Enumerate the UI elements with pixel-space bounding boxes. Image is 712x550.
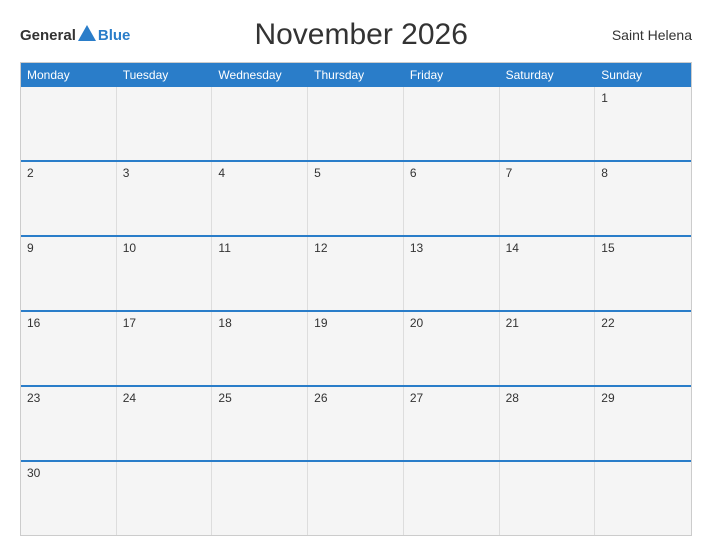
day-cell: 7	[500, 162, 596, 235]
day-cell: 29	[595, 387, 691, 460]
day-number: 12	[314, 241, 327, 255]
day-header-wednesday: Wednesday	[212, 63, 308, 87]
day-number: 8	[601, 166, 608, 180]
day-cell	[404, 462, 500, 535]
day-cell	[21, 87, 117, 160]
day-number: 14	[506, 241, 519, 255]
day-cell	[117, 462, 213, 535]
day-number: 10	[123, 241, 136, 255]
day-number: 1	[601, 91, 608, 105]
day-cell: 1	[595, 87, 691, 160]
day-cell	[212, 462, 308, 535]
day-cell: 15	[595, 237, 691, 310]
day-cell	[595, 462, 691, 535]
day-cell: 24	[117, 387, 213, 460]
day-cell: 6	[404, 162, 500, 235]
week-row-1: 2 3 4 5 6 7 8	[21, 160, 691, 235]
day-number: 29	[601, 391, 614, 405]
day-cell: 5	[308, 162, 404, 235]
day-header-tuesday: Tuesday	[117, 63, 213, 87]
day-cell: 3	[117, 162, 213, 235]
day-cell	[308, 462, 404, 535]
day-cell: 22	[595, 312, 691, 385]
day-number: 5	[314, 166, 321, 180]
day-cell: 18	[212, 312, 308, 385]
day-header-sunday: Sunday	[595, 63, 691, 87]
day-cell: 13	[404, 237, 500, 310]
location-label: Saint Helena	[592, 27, 692, 43]
day-header-saturday: Saturday	[500, 63, 596, 87]
week-row-5: 30	[21, 460, 691, 535]
day-number: 18	[218, 316, 231, 330]
day-number: 9	[27, 241, 34, 255]
day-number: 22	[601, 316, 614, 330]
day-cell: 26	[308, 387, 404, 460]
day-number: 3	[123, 166, 130, 180]
calendar: MondayTuesdayWednesdayThursdayFridaySatu…	[20, 62, 692, 536]
day-cell	[308, 87, 404, 160]
day-number: 24	[123, 391, 136, 405]
day-number: 19	[314, 316, 327, 330]
week-row-4: 23 24 25 26 27 28 29	[21, 385, 691, 460]
logo: General Blue	[20, 27, 130, 44]
day-number: 23	[27, 391, 40, 405]
logo-general-text: General	[20, 27, 76, 44]
day-cell	[404, 87, 500, 160]
logo-triangle-icon	[78, 25, 96, 41]
month-title: November 2026	[130, 18, 592, 52]
page-header: General Blue November 2026 Saint Helena	[20, 18, 692, 52]
day-cell: 16	[21, 312, 117, 385]
week-row-3: 16 17 18 19 20 21 22	[21, 310, 691, 385]
day-number: 16	[27, 316, 40, 330]
logo-blue-text: Blue	[98, 27, 131, 44]
day-number: 7	[506, 166, 513, 180]
day-number: 17	[123, 316, 136, 330]
day-cell: 23	[21, 387, 117, 460]
day-number: 25	[218, 391, 231, 405]
day-cell: 27	[404, 387, 500, 460]
day-cell: 8	[595, 162, 691, 235]
day-header-thursday: Thursday	[308, 63, 404, 87]
day-number: 20	[410, 316, 423, 330]
day-number: 28	[506, 391, 519, 405]
day-number: 6	[410, 166, 417, 180]
day-number: 13	[410, 241, 423, 255]
day-cell: 17	[117, 312, 213, 385]
week-row-2: 9 10 11 12 13 14 15	[21, 235, 691, 310]
day-cell: 2	[21, 162, 117, 235]
day-number: 27	[410, 391, 423, 405]
day-cell: 25	[212, 387, 308, 460]
day-cell: 11	[212, 237, 308, 310]
day-number: 2	[27, 166, 34, 180]
day-number: 30	[27, 466, 40, 480]
day-number: 11	[218, 241, 230, 255]
day-cell: 20	[404, 312, 500, 385]
day-cell: 9	[21, 237, 117, 310]
day-cell: 14	[500, 237, 596, 310]
day-number: 21	[506, 316, 519, 330]
day-cell	[500, 87, 596, 160]
day-cell: 28	[500, 387, 596, 460]
day-number: 15	[601, 241, 614, 255]
day-cell: 4	[212, 162, 308, 235]
weeks-container: 1234567891011121314151617181920212223242…	[21, 87, 691, 535]
day-cell: 10	[117, 237, 213, 310]
week-row-0: 1	[21, 87, 691, 160]
day-cell	[117, 87, 213, 160]
day-number: 26	[314, 391, 327, 405]
day-headers: MondayTuesdayWednesdayThursdayFridaySatu…	[21, 63, 691, 87]
day-header-friday: Friday	[404, 63, 500, 87]
day-number: 4	[218, 166, 225, 180]
day-cell	[212, 87, 308, 160]
day-cell: 21	[500, 312, 596, 385]
day-header-monday: Monday	[21, 63, 117, 87]
day-cell	[500, 462, 596, 535]
day-cell: 19	[308, 312, 404, 385]
day-cell: 30	[21, 462, 117, 535]
day-cell: 12	[308, 237, 404, 310]
